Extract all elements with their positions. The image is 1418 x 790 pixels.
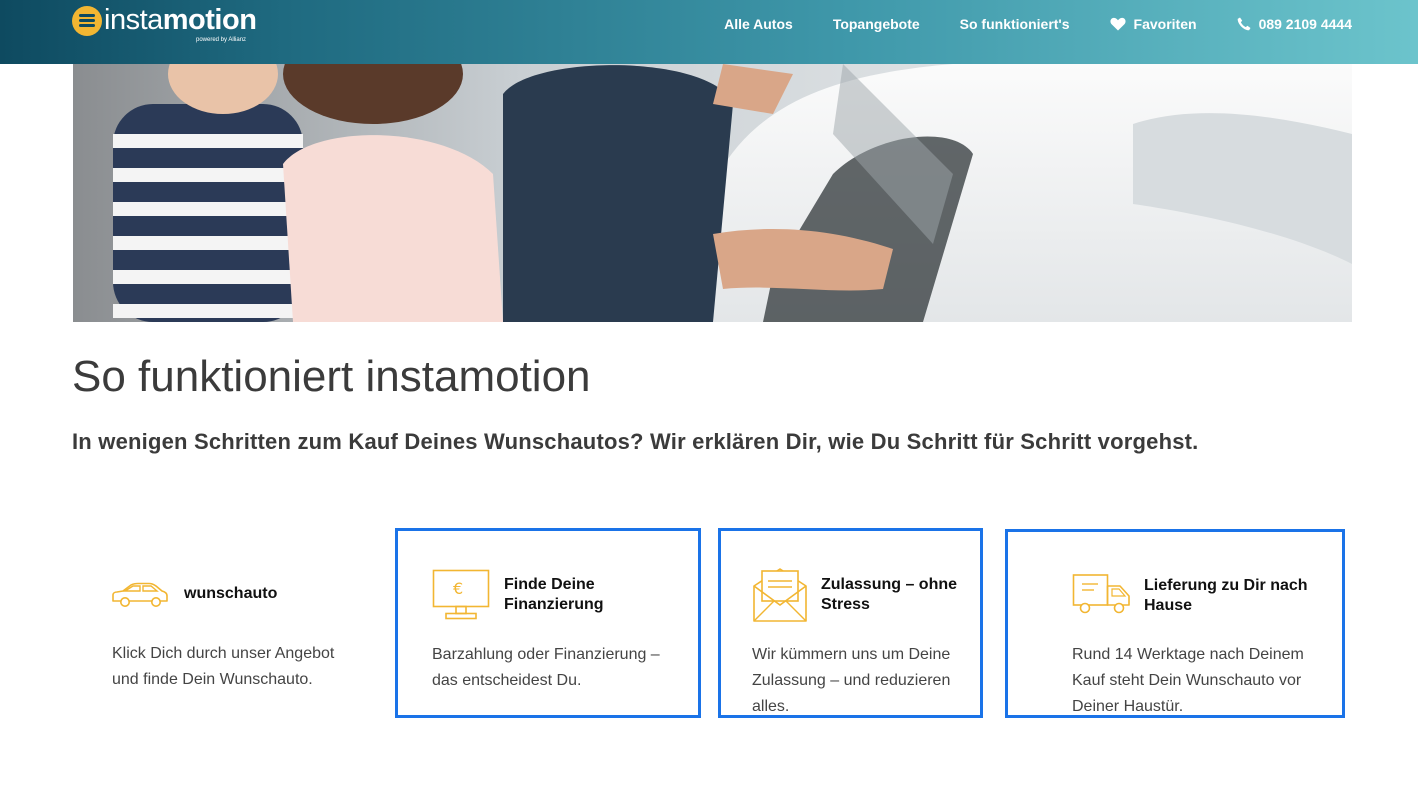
logo-powered-by: powered by Allianz — [196, 37, 247, 43]
nav-label: So funktioniert's — [959, 16, 1070, 32]
step-title: wunschauto — [184, 585, 278, 602]
heart-icon — [1109, 17, 1126, 31]
nav-so-funktionierts[interactable]: So funktioniert's — [960, 16, 1070, 32]
step-title: Zulassung – ohne Stress — [821, 576, 958, 613]
svg-text:€: € — [453, 579, 463, 598]
envelope-icon — [753, 568, 807, 622]
logo-wordmark: instamotion — [104, 4, 257, 36]
instamotion-logo[interactable]: instamotion powered by Allianz — [72, 4, 272, 46]
nav-label: Alle Autos — [724, 16, 793, 32]
nav-label: 089 2109 4444 — [1258, 16, 1352, 32]
step-title: Lieferung zu Dir nach Hause — [1144, 577, 1308, 614]
truck-icon — [1072, 574, 1130, 614]
step-text: Klick Dich durch unser Angebot und finde… — [112, 645, 335, 688]
step-text: Wir kümmern uns um Deine Zulassung – und… — [752, 646, 951, 715]
car-icon — [112, 582, 168, 607]
page-subtitle: In wenigen Schritten zum Kauf Deines Wun… — [72, 429, 1199, 454]
phone-icon — [1237, 17, 1251, 31]
nav-phone[interactable]: 089 2109 4444 — [1237, 16, 1352, 32]
page-title: So funktioniert instamotion — [72, 352, 591, 401]
nav-topangebote[interactable]: Topangebote — [833, 16, 920, 32]
monitor-euro-icon: € — [432, 569, 490, 620]
step-card-lieferung[interactable]: Lieferung zu Dir nach Hause Rund 14 Werk… — [1005, 529, 1345, 718]
step-card-zulassung[interactable]: Zulassung – ohne Stress Wir kümmern uns … — [718, 528, 983, 718]
nav-favoriten[interactable]: Favoriten — [1109, 16, 1197, 32]
step-text: Rund 14 Werktage nach Deinem Kauf steht … — [1072, 646, 1304, 715]
step-text: Barzahlung oder Finanzierung – das entsc… — [432, 646, 660, 689]
step-card-wunschauto: wunschauto Klick Dich durch unser Angebo… — [98, 530, 388, 716]
step-card-finanzierung[interactable]: € Finde Deine Finanzierung Barzahlung od… — [395, 528, 701, 718]
hero-photo-illustration — [73, 64, 1352, 322]
nav-label: Favoriten — [1133, 16, 1197, 32]
nav-alle-autos[interactable]: Alle Autos — [724, 16, 793, 32]
main-nav: Alle Autos Topangebote So funktioniert's… — [724, 16, 1352, 32]
hero-image — [73, 64, 1352, 322]
step-title: Finde Deine Finanzierung — [504, 576, 604, 613]
site-header: instamotion powered by Allianz Alle Auto… — [0, 0, 1418, 64]
logo-mark-icon — [72, 6, 102, 36]
nav-label: Topangebote — [832, 16, 920, 32]
